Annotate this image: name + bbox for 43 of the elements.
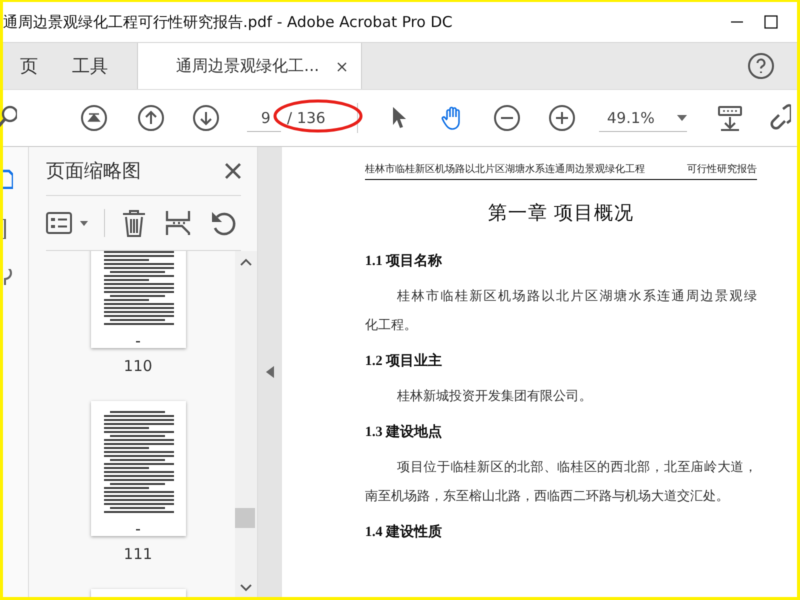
paragraph-line: 南至机场路，东至榕山北路，西临西二环路与机场大道交汇处。 bbox=[365, 488, 730, 505]
rotate-icon[interactable] bbox=[209, 209, 237, 237]
zoom-field[interactable]: 49.1% bbox=[607, 108, 662, 126]
caret-icon[interactable] bbox=[80, 220, 88, 226]
extract-page-icon[interactable] bbox=[165, 209, 191, 237]
section-heading: 1.2 项目业主 bbox=[365, 352, 443, 370]
trash-icon[interactable] bbox=[121, 209, 147, 237]
page-thumbnail[interactable] bbox=[90, 401, 186, 536]
paragraph-line: 桂林新城投资开发集团有限公司。 bbox=[396, 388, 593, 405]
page-number: 110 bbox=[124, 357, 152, 375]
help-icon[interactable] bbox=[747, 52, 775, 80]
collapse-icon[interactable] bbox=[266, 366, 274, 378]
scroll-up-icon[interactable] bbox=[239, 257, 253, 267]
panel-title: 页面缩略图 bbox=[46, 159, 141, 184]
paragraph-line: 桂林市临桂新区机场路以北片区湖塘水系连通周边景观绿 bbox=[396, 288, 757, 305]
zoom-out-icon[interactable] bbox=[492, 103, 522, 133]
scroll-thumb[interactable] bbox=[235, 508, 255, 528]
section-heading: 1.4 建设性质 bbox=[365, 523, 443, 541]
zoom-in-icon[interactable] bbox=[547, 103, 577, 133]
paragraph-line: 化工程。 bbox=[365, 317, 418, 334]
caret-icon bbox=[677, 114, 687, 120]
rail-icon[interactable] bbox=[3, 169, 13, 189]
tab[interactable]: 工具 bbox=[55, 43, 125, 89]
scrollbar[interactable] bbox=[235, 251, 257, 597]
page-header: 桂林市临桂新区机场路以北片区湖塘水系连通周边景观绿化工程 bbox=[365, 162, 645, 176]
download-icon[interactable] bbox=[715, 103, 745, 133]
maximize-icon[interactable] bbox=[763, 14, 779, 30]
tab[interactable]: 页 bbox=[3, 43, 55, 89]
section-heading: 1.1 项目名称 bbox=[365, 252, 443, 270]
scroll-down-icon[interactable] bbox=[239, 583, 253, 593]
paragraph-line: 项目位于临桂新区的北部、临桂区的西北部，北至庙岭大道， bbox=[396, 459, 757, 476]
close-tab-button[interactable]: × bbox=[335, 56, 349, 76]
window-title: 通周边景观绿化工程可行性研究报告.pdf - Adobe Acrobat Pro DC bbox=[3, 12, 454, 32]
options-icon[interactable] bbox=[46, 212, 72, 234]
page-thumbnail[interactable] bbox=[90, 251, 186, 348]
chapter-title: 第一章 项目概况 bbox=[487, 202, 635, 226]
page-number: 111 bbox=[124, 545, 152, 563]
first-page-icon[interactable] bbox=[79, 103, 109, 133]
tab[interactable]: 通周边景观绿化工... × bbox=[137, 43, 362, 89]
page-header: 可行性研究报告 bbox=[687, 162, 757, 176]
close-icon[interactable] bbox=[225, 163, 241, 179]
section-heading: 1.3 建设地点 bbox=[365, 423, 443, 441]
page-count: / 136 bbox=[287, 109, 326, 127]
